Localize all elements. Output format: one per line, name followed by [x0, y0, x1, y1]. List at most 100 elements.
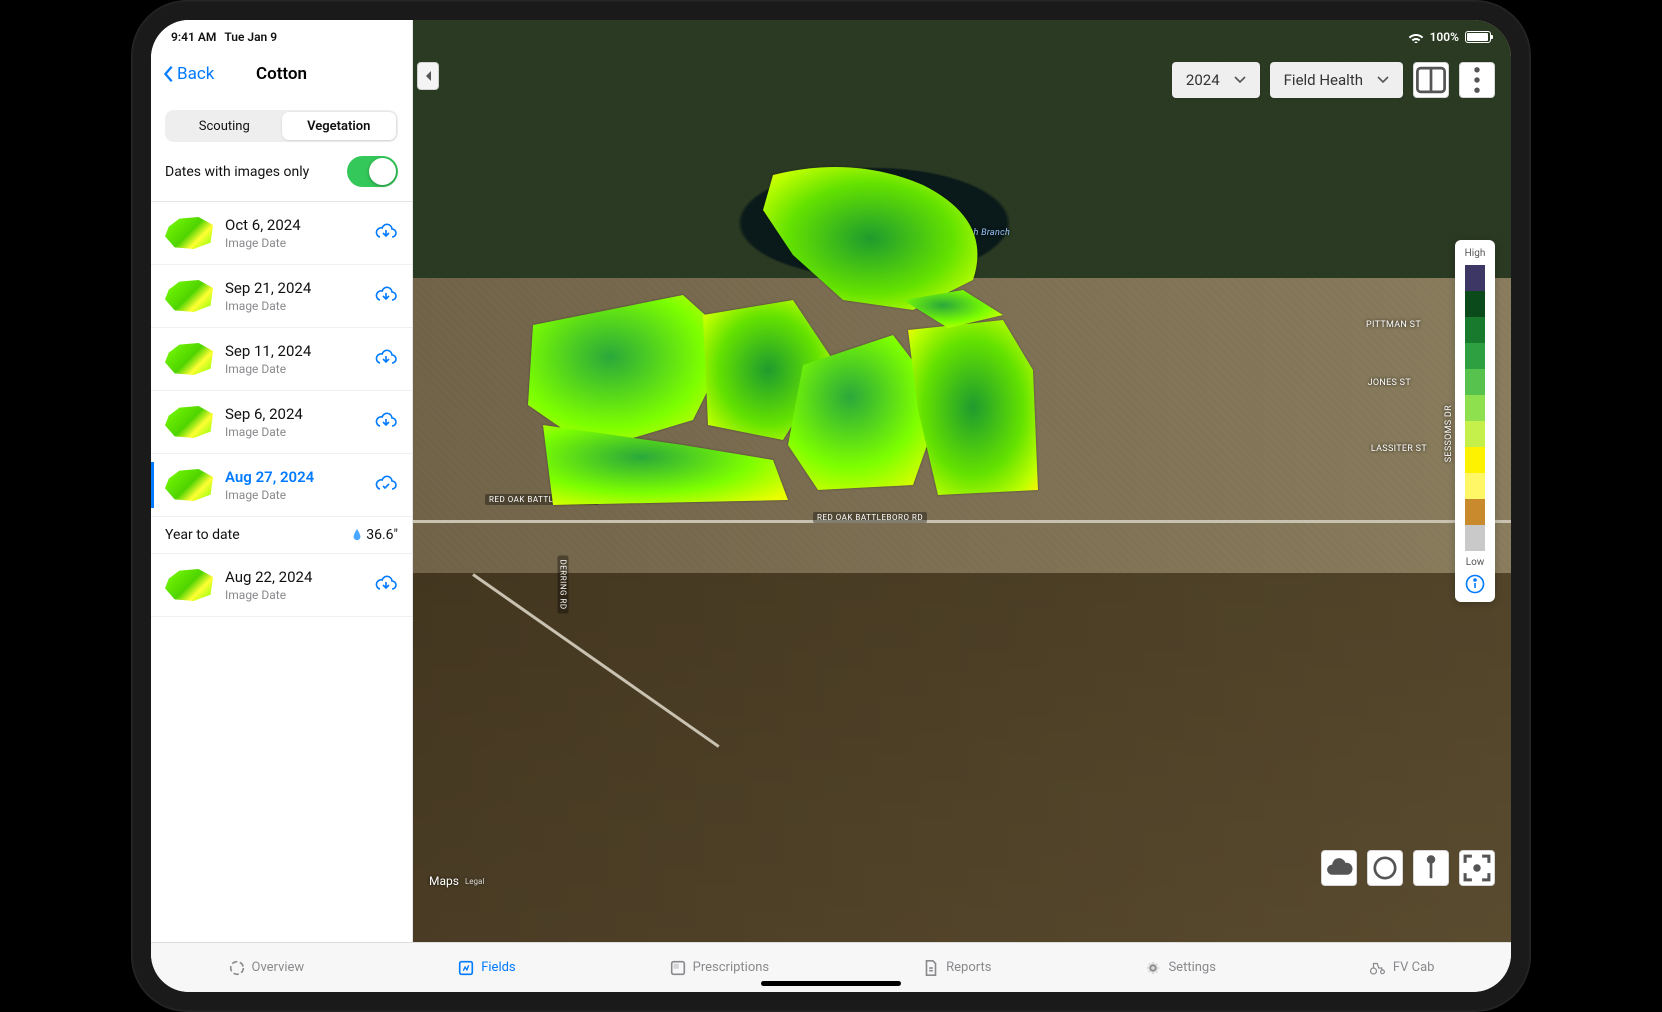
tab-overview[interactable]: Overview [228, 959, 305, 977]
images-only-label: Dates with images only [165, 164, 309, 180]
tab-reports[interactable]: Reports [922, 959, 991, 977]
vegetation-thumbnail [165, 569, 213, 601]
date-item[interactable]: Sep 11, 2024 Image Date [151, 328, 412, 391]
cloud-download-icon[interactable] [374, 412, 398, 432]
gear-icon [1144, 959, 1162, 977]
layer-dropdown-label: Field Health [1284, 71, 1363, 89]
date-label: Sep 6, 2024 [225, 405, 362, 423]
date-item[interactable]: Aug 22, 2024 Image Date [151, 554, 412, 617]
vegetation-thumbnail [165, 343, 213, 375]
legend-color-bar [1465, 265, 1485, 551]
tab-settings[interactable]: Settings [1144, 959, 1215, 977]
collapse-sidebar-button[interactable] [417, 62, 439, 90]
legend-swatch [1465, 447, 1485, 473]
more-vertical-icon [1460, 63, 1494, 97]
triangle-left-icon [424, 70, 432, 82]
date-label: Aug 22, 2024 [225, 568, 362, 586]
screen: 9:41 AM Tue Jan 9 100% Back Cotton [151, 20, 1511, 992]
tab-overview-label: Overview [252, 960, 305, 975]
cloud-check-icon[interactable] [374, 475, 398, 495]
year-dropdown[interactable]: 2024 [1172, 62, 1260, 98]
maps-legal[interactable]: Legal [465, 877, 484, 886]
images-only-toggle[interactable] [347, 156, 398, 187]
vegetation-overlay [493, 160, 1053, 540]
legend-swatch [1465, 499, 1485, 525]
chevron-down-icon [1234, 76, 1246, 84]
battery-icon [1465, 31, 1491, 43]
date-sublabel: Image Date [225, 425, 362, 439]
street-label-pittman: PITTMAN ST [1366, 320, 1421, 330]
fields-icon [457, 959, 475, 977]
split-view-button[interactable] [1413, 62, 1449, 98]
vegetation-thumbnail [165, 469, 213, 501]
date-label: Sep 21, 2024 [225, 279, 362, 297]
date-sublabel: Image Date [225, 488, 362, 502]
date-item[interactable]: Sep 6, 2024 Image Date [151, 391, 412, 454]
more-button[interactable] [1459, 62, 1495, 98]
legend-swatch [1465, 525, 1485, 551]
date-list[interactable]: Oct 6, 2024 Image Date Sep 21, 2024 Imag… [151, 202, 412, 942]
vegetation-thumbnail [165, 217, 213, 249]
year-dropdown-label: 2024 [1186, 71, 1220, 89]
legend-swatch [1465, 369, 1485, 395]
info-icon[interactable] [1465, 574, 1485, 594]
back-button[interactable]: Back [163, 64, 214, 84]
legend-swatch [1465, 421, 1485, 447]
pin-button[interactable] [1413, 850, 1449, 886]
home-indicator [761, 981, 901, 986]
tab-prescriptions[interactable]: Prescriptions [669, 959, 769, 977]
tractor-icon [1369, 959, 1387, 977]
legend-high-label: High [1465, 248, 1486, 259]
chevron-left-icon [163, 65, 175, 83]
status-bar: 9:41 AM Tue Jan 9 100% [151, 24, 1511, 50]
street-label-lassiter: LASSITER ST [1371, 444, 1427, 454]
legend-swatch [1465, 291, 1485, 317]
status-time: 9:41 AM [171, 30, 216, 44]
date-item[interactable]: Oct 6, 2024 Image Date [151, 202, 412, 265]
chevron-down-icon [1377, 76, 1389, 84]
raindrop-icon [352, 529, 362, 541]
locate-icon [1368, 851, 1402, 885]
back-label: Back [177, 64, 214, 84]
cloud-download-icon[interactable] [374, 286, 398, 306]
date-sublabel: Image Date [225, 362, 362, 376]
tab-prescriptions-label: Prescriptions [693, 960, 769, 975]
map-pane[interactable]: RED OAK BATTLEBORO RD RED OAK BATTLEBORO… [413, 20, 1511, 942]
legend-swatch [1465, 395, 1485, 421]
tab-fvcab[interactable]: FV Cab [1369, 959, 1435, 977]
battery-pct: 100% [1430, 30, 1459, 44]
segmented-control: Scouting Vegetation [165, 110, 398, 142]
page-title: Cotton [256, 64, 307, 84]
ipad-frame: 9:41 AM Tue Jan 9 100% Back Cotton [131, 0, 1531, 1012]
ytd-label: Year to date [165, 527, 240, 543]
tab-fields[interactable]: Fields [457, 959, 515, 977]
tab-scouting[interactable]: Scouting [167, 112, 282, 140]
tab-settings-label: Settings [1168, 960, 1215, 975]
date-item[interactable]: Aug 27, 2024 Image Date [151, 454, 412, 517]
legend-swatch [1465, 265, 1485, 291]
status-date: Tue Jan 9 [224, 30, 277, 44]
tab-vegetation[interactable]: Vegetation [282, 112, 397, 140]
locate-button[interactable] [1367, 850, 1403, 886]
vegetation-thumbnail [165, 280, 213, 312]
legend-swatch [1465, 473, 1485, 499]
maps-label: Maps [429, 874, 459, 888]
cloud-download-icon[interactable] [374, 349, 398, 369]
date-item[interactable]: Sep 21, 2024 Image Date [151, 265, 412, 328]
weather-button[interactable] [1321, 850, 1357, 886]
overview-icon [228, 959, 246, 977]
maps-attribution: Maps Legal [423, 874, 484, 888]
date-label: Aug 27, 2024 [225, 468, 362, 486]
prescriptions-icon [669, 959, 687, 977]
split-view-icon [1414, 63, 1448, 97]
legend-low-label: Low [1466, 557, 1485, 568]
cloud-download-icon[interactable] [374, 223, 398, 243]
cloud-download-icon[interactable] [374, 575, 398, 595]
tab-fields-label: Fields [481, 960, 515, 975]
layer-dropdown[interactable]: Field Health [1270, 62, 1403, 98]
tab-fvcab-label: FV Cab [1393, 960, 1435, 975]
date-sublabel: Image Date [225, 299, 362, 313]
street-label-jones: JONES ST [1368, 378, 1411, 388]
fullscreen-button[interactable] [1459, 850, 1495, 886]
street-label-sessoms: SESSOMS DR [1444, 405, 1454, 462]
